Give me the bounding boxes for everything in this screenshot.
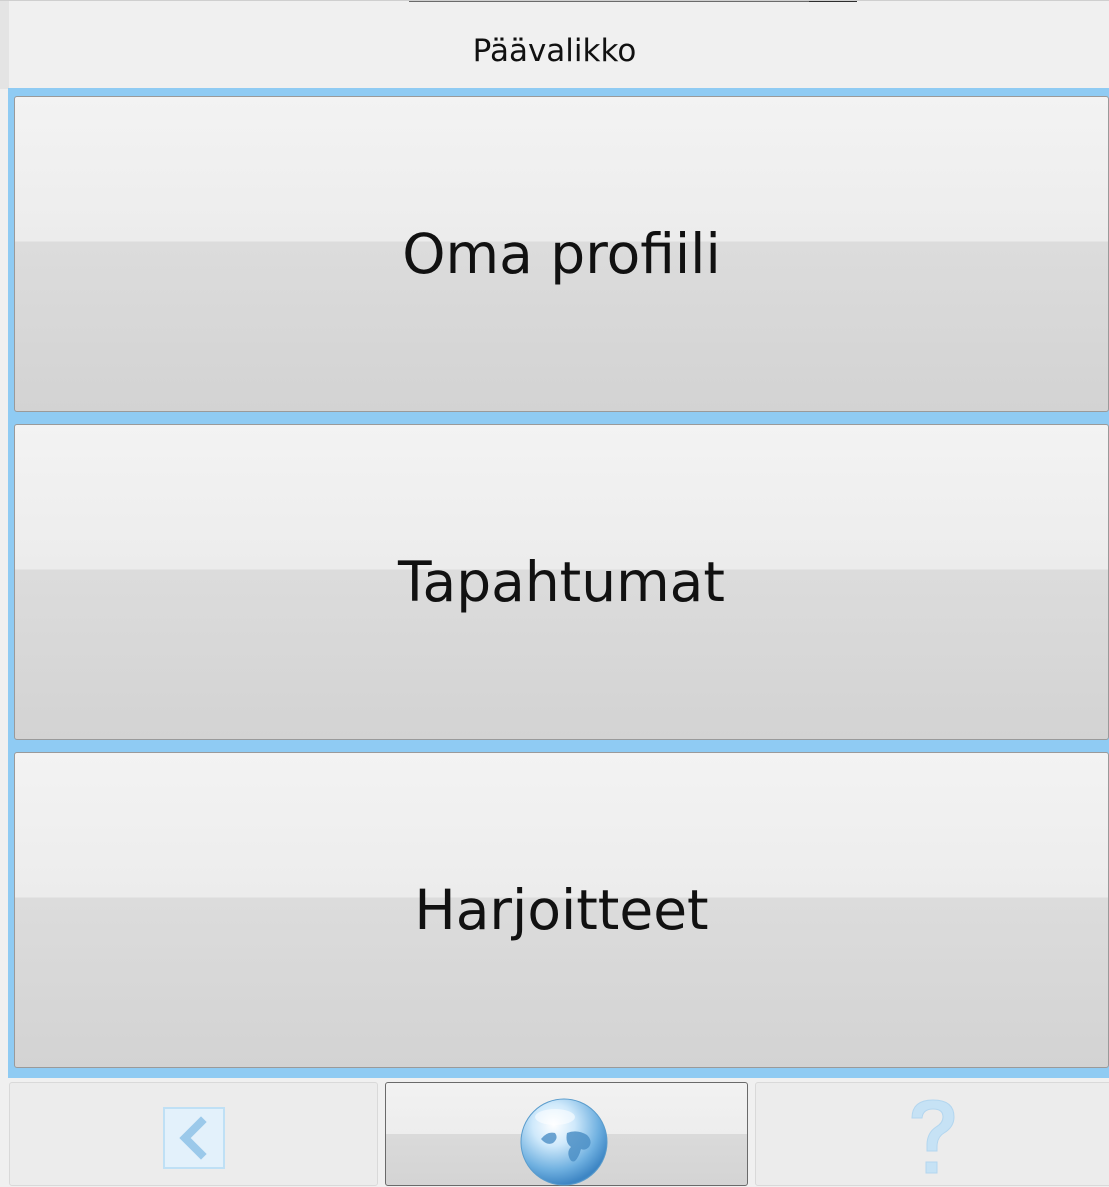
main-menu: Oma profiili Tapahtumat Harjoitteet	[8, 88, 1109, 1078]
title-bar: Päävalikko	[0, 0, 1109, 89]
menu-button-harjoitteet[interactable]: Harjoitteet	[14, 752, 1109, 1068]
help-icon[interactable]	[898, 1094, 968, 1184]
menu-button-label: Harjoitteet	[414, 878, 709, 942]
title-bar-divider	[409, 1, 809, 8]
back-arrow-icon[interactable]	[163, 1107, 225, 1169]
menu-button-label: Tapahtumat	[398, 550, 725, 614]
title-bar-divider	[809, 1, 857, 8]
page-title: Päävalikko	[472, 33, 637, 69]
globe-icon[interactable]	[519, 1097, 609, 1187]
menu-button-oma-profiili[interactable]: Oma profiili	[14, 96, 1109, 412]
menu-button-label: Oma profiili	[402, 222, 721, 286]
menu-button-tapahtumat[interactable]: Tapahtumat	[14, 424, 1109, 740]
